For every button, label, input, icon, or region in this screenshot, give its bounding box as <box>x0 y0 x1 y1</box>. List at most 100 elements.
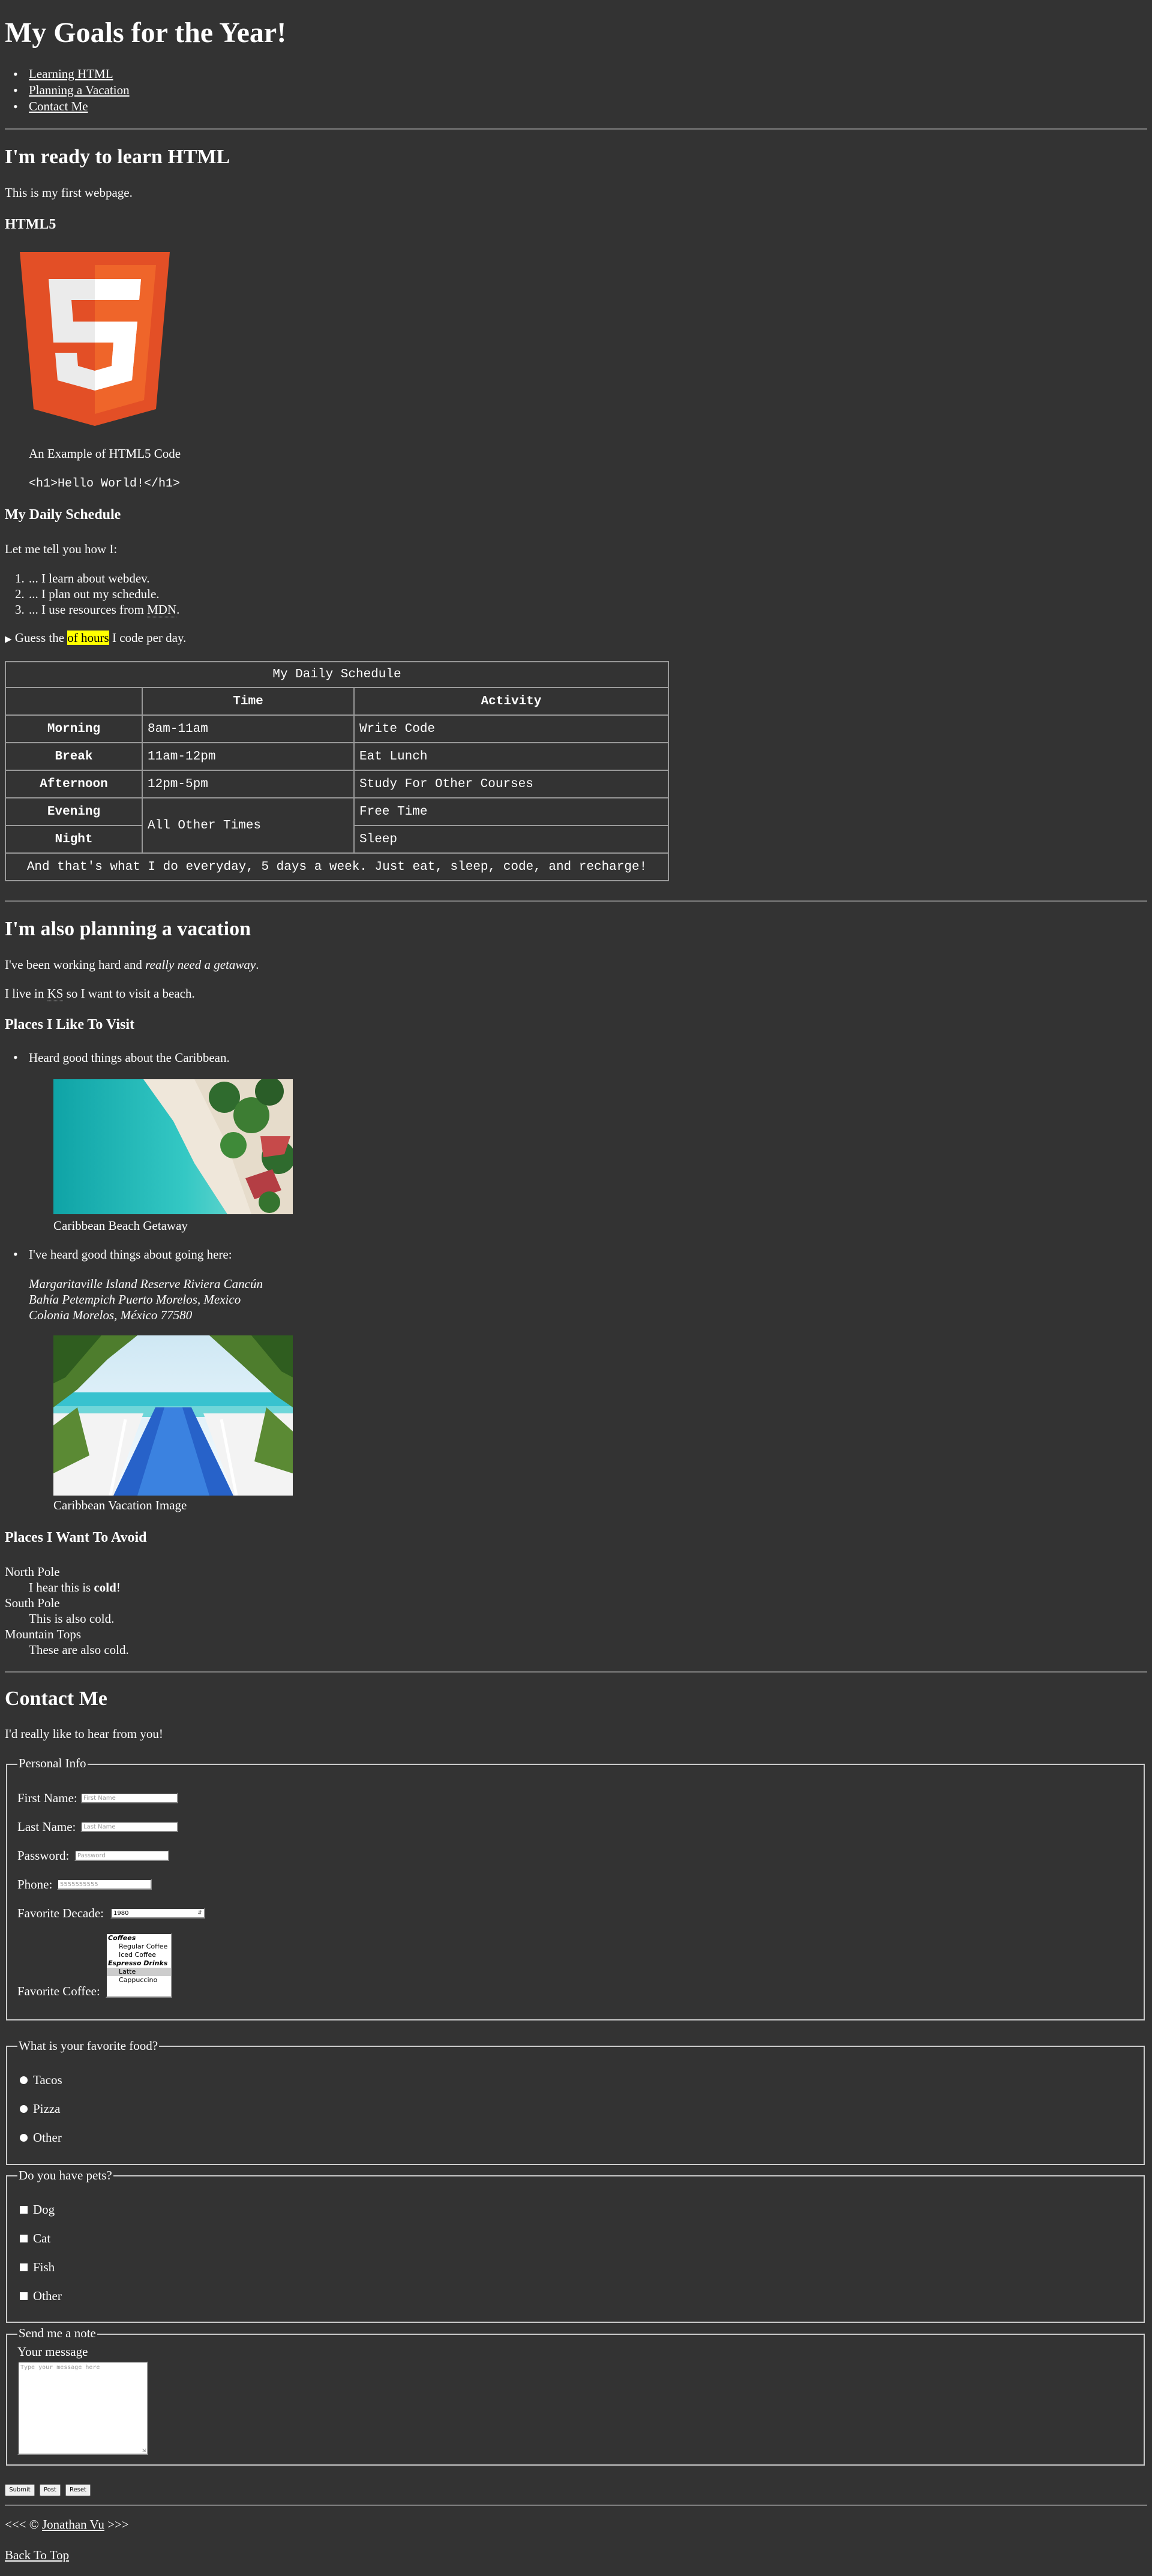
submit-button[interactable]: Submit <box>5 2484 35 2496</box>
table-header-cell <box>5 687 143 716</box>
checkbox-label: Other <box>33 2289 62 2303</box>
divider <box>5 128 1147 130</box>
table-header-cell: Activity <box>353 687 669 716</box>
radio-tacos[interactable] <box>20 2076 28 2084</box>
vacation-paragraph-2: I live in KS so I want to visit a beach. <box>5 986 195 1001</box>
radio-other-food[interactable] <box>20 2134 28 2142</box>
coffee-select[interactable]: Coffees Regular Coffee Iced Coffee Espre… <box>106 1933 172 1998</box>
divider <box>5 1671 1147 1673</box>
table-header-cell: Time <box>142 687 355 716</box>
schedule-list: 1.... I learn about webdev. 2.... I plan… <box>15 571 180 617</box>
author-link[interactable]: Jonathan Vu <box>42 2517 104 2532</box>
code-sample: <h1>Hello World!</h1> <box>29 477 181 491</box>
place-item-caribbean: Heard good things about the Caribbean. <box>13 1050 230 1065</box>
activity-cell: Free Time <box>353 797 669 826</box>
message-label: Your message <box>17 2344 88 2359</box>
resize-handle-icon[interactable]: ⇲ <box>142 2447 146 2454</box>
activity-cell: Eat Lunch <box>353 742 669 771</box>
footer-credit: <<< © Jonathan Vu >>> <box>5 2517 129 2532</box>
first-name-input[interactable]: First Name <box>80 1793 178 1803</box>
page: My Goals for the Year! Learning HTML Pla… <box>0 0 1152 2576</box>
select-option[interactable]: Iced Coffee <box>107 1951 171 1959</box>
coffee-label: Favorite Coffee: <box>17 1984 100 1998</box>
pets-fieldset <box>6 2175 1145 2323</box>
time-cell: 12pm-5pm <box>142 770 355 798</box>
radio-pizza[interactable] <box>20 2105 28 2113</box>
nav-link-planning-vacation[interactable]: Planning a Vacation <box>29 83 130 97</box>
checkbox-fish[interactable] <box>20 2263 28 2271</box>
table-footer: And that's what I do everyday, 5 days a … <box>5 852 669 881</box>
nav-item: Contact Me <box>13 98 130 115</box>
avoid-description: This is also cold. <box>29 1611 115 1626</box>
password-input[interactable]: Password <box>74 1850 169 1861</box>
place-item-address: I've heard good things about going here: <box>13 1247 232 1262</box>
nav-link-learning-html[interactable]: Learning HTML <box>29 67 113 81</box>
food-fieldset <box>6 2046 1145 2165</box>
back-to-top-wrapper: Back To Top <box>5 2547 69 2563</box>
contact-intro: I'd really like to hear from you! <box>5 1727 163 1741</box>
select-option[interactable]: Cappuccino <box>107 1976 171 1984</box>
avoid-description: I hear this is cold! <box>29 1580 121 1595</box>
time-cell: All Other Times <box>142 797 355 854</box>
address-line: Bahía Petempich Puerto Morelos, Mexico <box>29 1292 241 1307</box>
html5-heading: HTML5 <box>5 217 56 232</box>
address-line: Margaritaville Island Reserve Riviera Ca… <box>29 1277 263 1291</box>
select-option-selected[interactable]: Latte <box>107 1968 171 1976</box>
section-heading-contact: Contact Me <box>5 1688 107 1710</box>
vacation-image-caption: Caribbean Vacation Image <box>53 1498 187 1512</box>
page-title: My Goals for the Year! <box>5 17 287 49</box>
phone-label: Phone: <box>17 1877 53 1892</box>
html5-logo-icon <box>20 252 170 426</box>
note-fieldset <box>6 2334 1145 2466</box>
disclosure-triangle-icon[interactable]: ▶ <box>5 635 12 644</box>
first-name-label: First Name: <box>17 1791 77 1805</box>
password-label: Password: <box>17 1848 70 1863</box>
caribbean-beach-image <box>53 1079 293 1214</box>
stepper-arrows-icon[interactable]: ⇵ <box>197 1909 202 1917</box>
post-button[interactable]: Post <box>40 2484 61 2496</box>
time-cell: 11am-12pm <box>142 742 355 771</box>
personal-info-legend: Personal Info <box>17 1756 88 1771</box>
vacation-paragraph-1: I've been working hard and really need a… <box>5 957 259 972</box>
select-option[interactable]: Regular Coffee <box>107 1942 171 1951</box>
section-heading-html: I'm ready to learn HTML <box>5 146 230 168</box>
hours-details[interactable]: ▶ Guess the of hours I code per day. <box>5 630 186 647</box>
table-header-row: Time Activity <box>5 687 669 716</box>
divider <box>5 900 1147 902</box>
intro-text: This is my first webpage. <box>5 185 133 200</box>
note-legend: Send me a note <box>17 2326 97 2341</box>
places-avoid-heading: Places I Want To Avoid <box>5 1530 147 1545</box>
reset-button[interactable]: Reset <box>65 2484 91 2496</box>
checkbox-label: Dog <box>33 2202 55 2217</box>
checkbox-other-pet[interactable] <box>20 2292 28 2300</box>
schedule-heading: My Daily Schedule <box>5 507 121 523</box>
checkbox-cat[interactable] <box>20 2235 28 2242</box>
last-name-input[interactable]: Last Name <box>80 1821 178 1832</box>
row-label: Night <box>5 825 143 854</box>
table-row: Afternoon 12pm-5pm Study For Other Cours… <box>5 770 669 798</box>
phone-input[interactable]: 5555555555 <box>57 1879 152 1890</box>
radio-label: Pizza <box>33 2101 61 2116</box>
last-name-label: Last Name: <box>17 1820 76 1834</box>
list-item: 3.... I use resources from MDN. <box>15 602 180 617</box>
activity-cell: Write Code <box>353 714 669 743</box>
nav-link-contact-me[interactable]: Contact Me <box>29 99 88 113</box>
nav-item: Learning HTML <box>13 66 130 82</box>
row-label: Evening <box>5 797 143 826</box>
message-textarea[interactable]: Type your message here ⇲ <box>17 2361 148 2455</box>
radio-label: Tacos <box>33 2073 62 2087</box>
row-label: Break <box>5 742 143 771</box>
schedule-table: My Daily Schedule Time Activity Morning … <box>5 661 669 881</box>
row-label: Afternoon <box>5 770 143 798</box>
avoid-term: South Pole <box>5 1596 60 1610</box>
list-item: 2.... I plan out my schedule. <box>15 587 160 601</box>
decade-number-input[interactable]: 1980 ⇵ <box>110 1908 205 1919</box>
back-to-top-link[interactable]: Back To Top <box>5 2548 69 2562</box>
checkbox-dog[interactable] <box>20 2206 28 2214</box>
divider <box>5 2505 1147 2506</box>
table-row: Morning 8am-11am Write Code <box>5 714 669 743</box>
mdn-abbr: MDN <box>147 602 177 617</box>
figure-caption: An Example of HTML5 Code <box>29 446 181 461</box>
food-legend: What is your favorite food? <box>17 2038 160 2053</box>
checkbox-label: Fish <box>33 2260 55 2274</box>
